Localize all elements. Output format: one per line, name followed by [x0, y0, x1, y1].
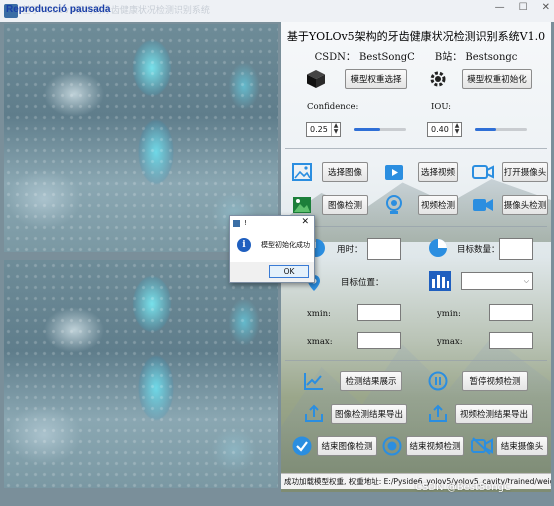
video-detect-button[interactable]: 视频检测 — [418, 195, 458, 215]
chevron-down-icon: ⌵ — [523, 277, 529, 285]
divider — [285, 226, 547, 227]
bilibili-label: B站： Bestsongc — [434, 52, 518, 63]
line-chart-icon — [303, 370, 325, 392]
detection-result-view — [4, 260, 278, 488]
target-count-label: 目标数量： — [457, 245, 500, 255]
camera-off-icon — [471, 435, 493, 457]
camera-icon — [472, 161, 494, 183]
iou-value: 0.40 — [431, 125, 449, 134]
confidence-value: 0.25 — [310, 125, 328, 134]
export-video-results-button[interactable]: 视频检测结果导出 — [455, 404, 533, 424]
export-image-results-button[interactable]: 图像检测结果导出 — [331, 404, 407, 424]
window-titlebar: 基于YOLOv5架构的牙齿健康状况检测识别系统 Reproducció paus… — [0, 0, 554, 22]
ymin-label: ymin: — [437, 309, 461, 319]
confidence-spinbox[interactable]: 0.25 ▲ ▼ — [306, 122, 341, 137]
pause-icon — [427, 370, 449, 392]
close-button[interactable]: ✕ — [542, 2, 550, 13]
confidence-slider[interactable] — [354, 128, 406, 131]
stop-circle-icon — [381, 435, 403, 457]
xmax-field — [357, 332, 401, 349]
dialog-close-icon[interactable]: ✕ — [301, 217, 309, 227]
end-camera-button[interactable]: 结束摄像头 — [496, 436, 548, 456]
init-weights-button[interactable]: 模型权重初始化 — [462, 69, 532, 89]
model-cube-icon — [305, 68, 327, 90]
target-select-combobox[interactable]: ⌵ — [461, 272, 533, 290]
spin-arrows-icon[interactable]: ▲ ▼ — [452, 123, 461, 136]
select-video-button[interactable]: 选择视频 — [418, 162, 458, 182]
iou-label: IOU: — [431, 102, 452, 112]
csdn-label: CSDN： BestSongC — [314, 52, 415, 63]
dialog-message: 模型初始化成功 — [261, 241, 310, 249]
spin-arrows-icon[interactable]: ▲ ▼ — [331, 123, 340, 136]
bar-chart-icon — [429, 270, 451, 292]
dialog-title: ! — [244, 219, 247, 227]
dialog-app-icon — [233, 219, 240, 227]
ymin-field — [489, 304, 533, 321]
target-count-field — [499, 238, 533, 260]
xmax-label: xmax: — [307, 337, 333, 347]
time-label: 用时： — [337, 245, 363, 255]
xmin-field — [357, 304, 401, 321]
select-weights-button[interactable]: 模型权重选择 — [345, 69, 407, 89]
confidence-label: Confidence: — [307, 102, 359, 112]
app-title: 基于YOLOv5架构的牙齿健康状况检测识别系统V1.0 — [286, 30, 546, 43]
pause-video-button[interactable]: 暂停视频检测 — [462, 371, 528, 391]
target-position-label: 目标位置： — [341, 278, 384, 288]
info-dialog: ! ✕ i 模型初始化成功 OK — [229, 215, 315, 283]
control-panel: 基于YOLOv5架构的牙齿健康状况检测识别系统V1.0 CSDN： BestSo… — [281, 22, 551, 492]
pie-chart-icon — [427, 237, 449, 259]
xmin-label: xmin: — [307, 309, 331, 319]
webcam-icon — [383, 194, 405, 216]
end-video-detect-button[interactable]: 结束视频检测 — [406, 436, 464, 456]
image-icon — [291, 161, 313, 183]
time-field — [367, 238, 401, 260]
open-camera-button[interactable]: 打开摄像头 — [502, 162, 548, 182]
iou-spinbox[interactable]: 0.40 ▲ ▼ — [427, 122, 462, 137]
info-icon: i — [237, 238, 251, 252]
divider — [285, 360, 547, 361]
dialog-ok-button[interactable]: OK — [269, 265, 309, 278]
upload-icon — [427, 402, 449, 424]
image-detect-button[interactable]: 图像检测 — [322, 195, 368, 215]
minimize-button[interactable]: — — [495, 2, 505, 13]
watermark: CSDN @BestSongC — [415, 482, 511, 493]
gallery-icon — [291, 194, 313, 216]
show-results-button[interactable]: 检测结果展示 — [340, 371, 402, 391]
divider — [285, 148, 547, 149]
ymax-label: ymax: — [437, 337, 463, 347]
video-camera-icon — [472, 194, 494, 216]
ymax-field — [489, 332, 533, 349]
upload-icon — [303, 402, 325, 424]
iou-slider[interactable] — [475, 128, 527, 131]
gear-icon — [427, 68, 449, 90]
end-image-detect-button[interactable]: 结束图像检测 — [317, 436, 377, 456]
playback-paused-overlay: Reproducció pausada — [6, 4, 111, 15]
camera-detect-button[interactable]: 摄像头检测 — [502, 195, 548, 215]
select-image-button[interactable]: 选择图像 — [322, 162, 368, 182]
maximize-button[interactable]: ☐ — [519, 2, 528, 13]
check-circle-icon — [291, 435, 313, 457]
video-play-icon — [383, 161, 405, 183]
